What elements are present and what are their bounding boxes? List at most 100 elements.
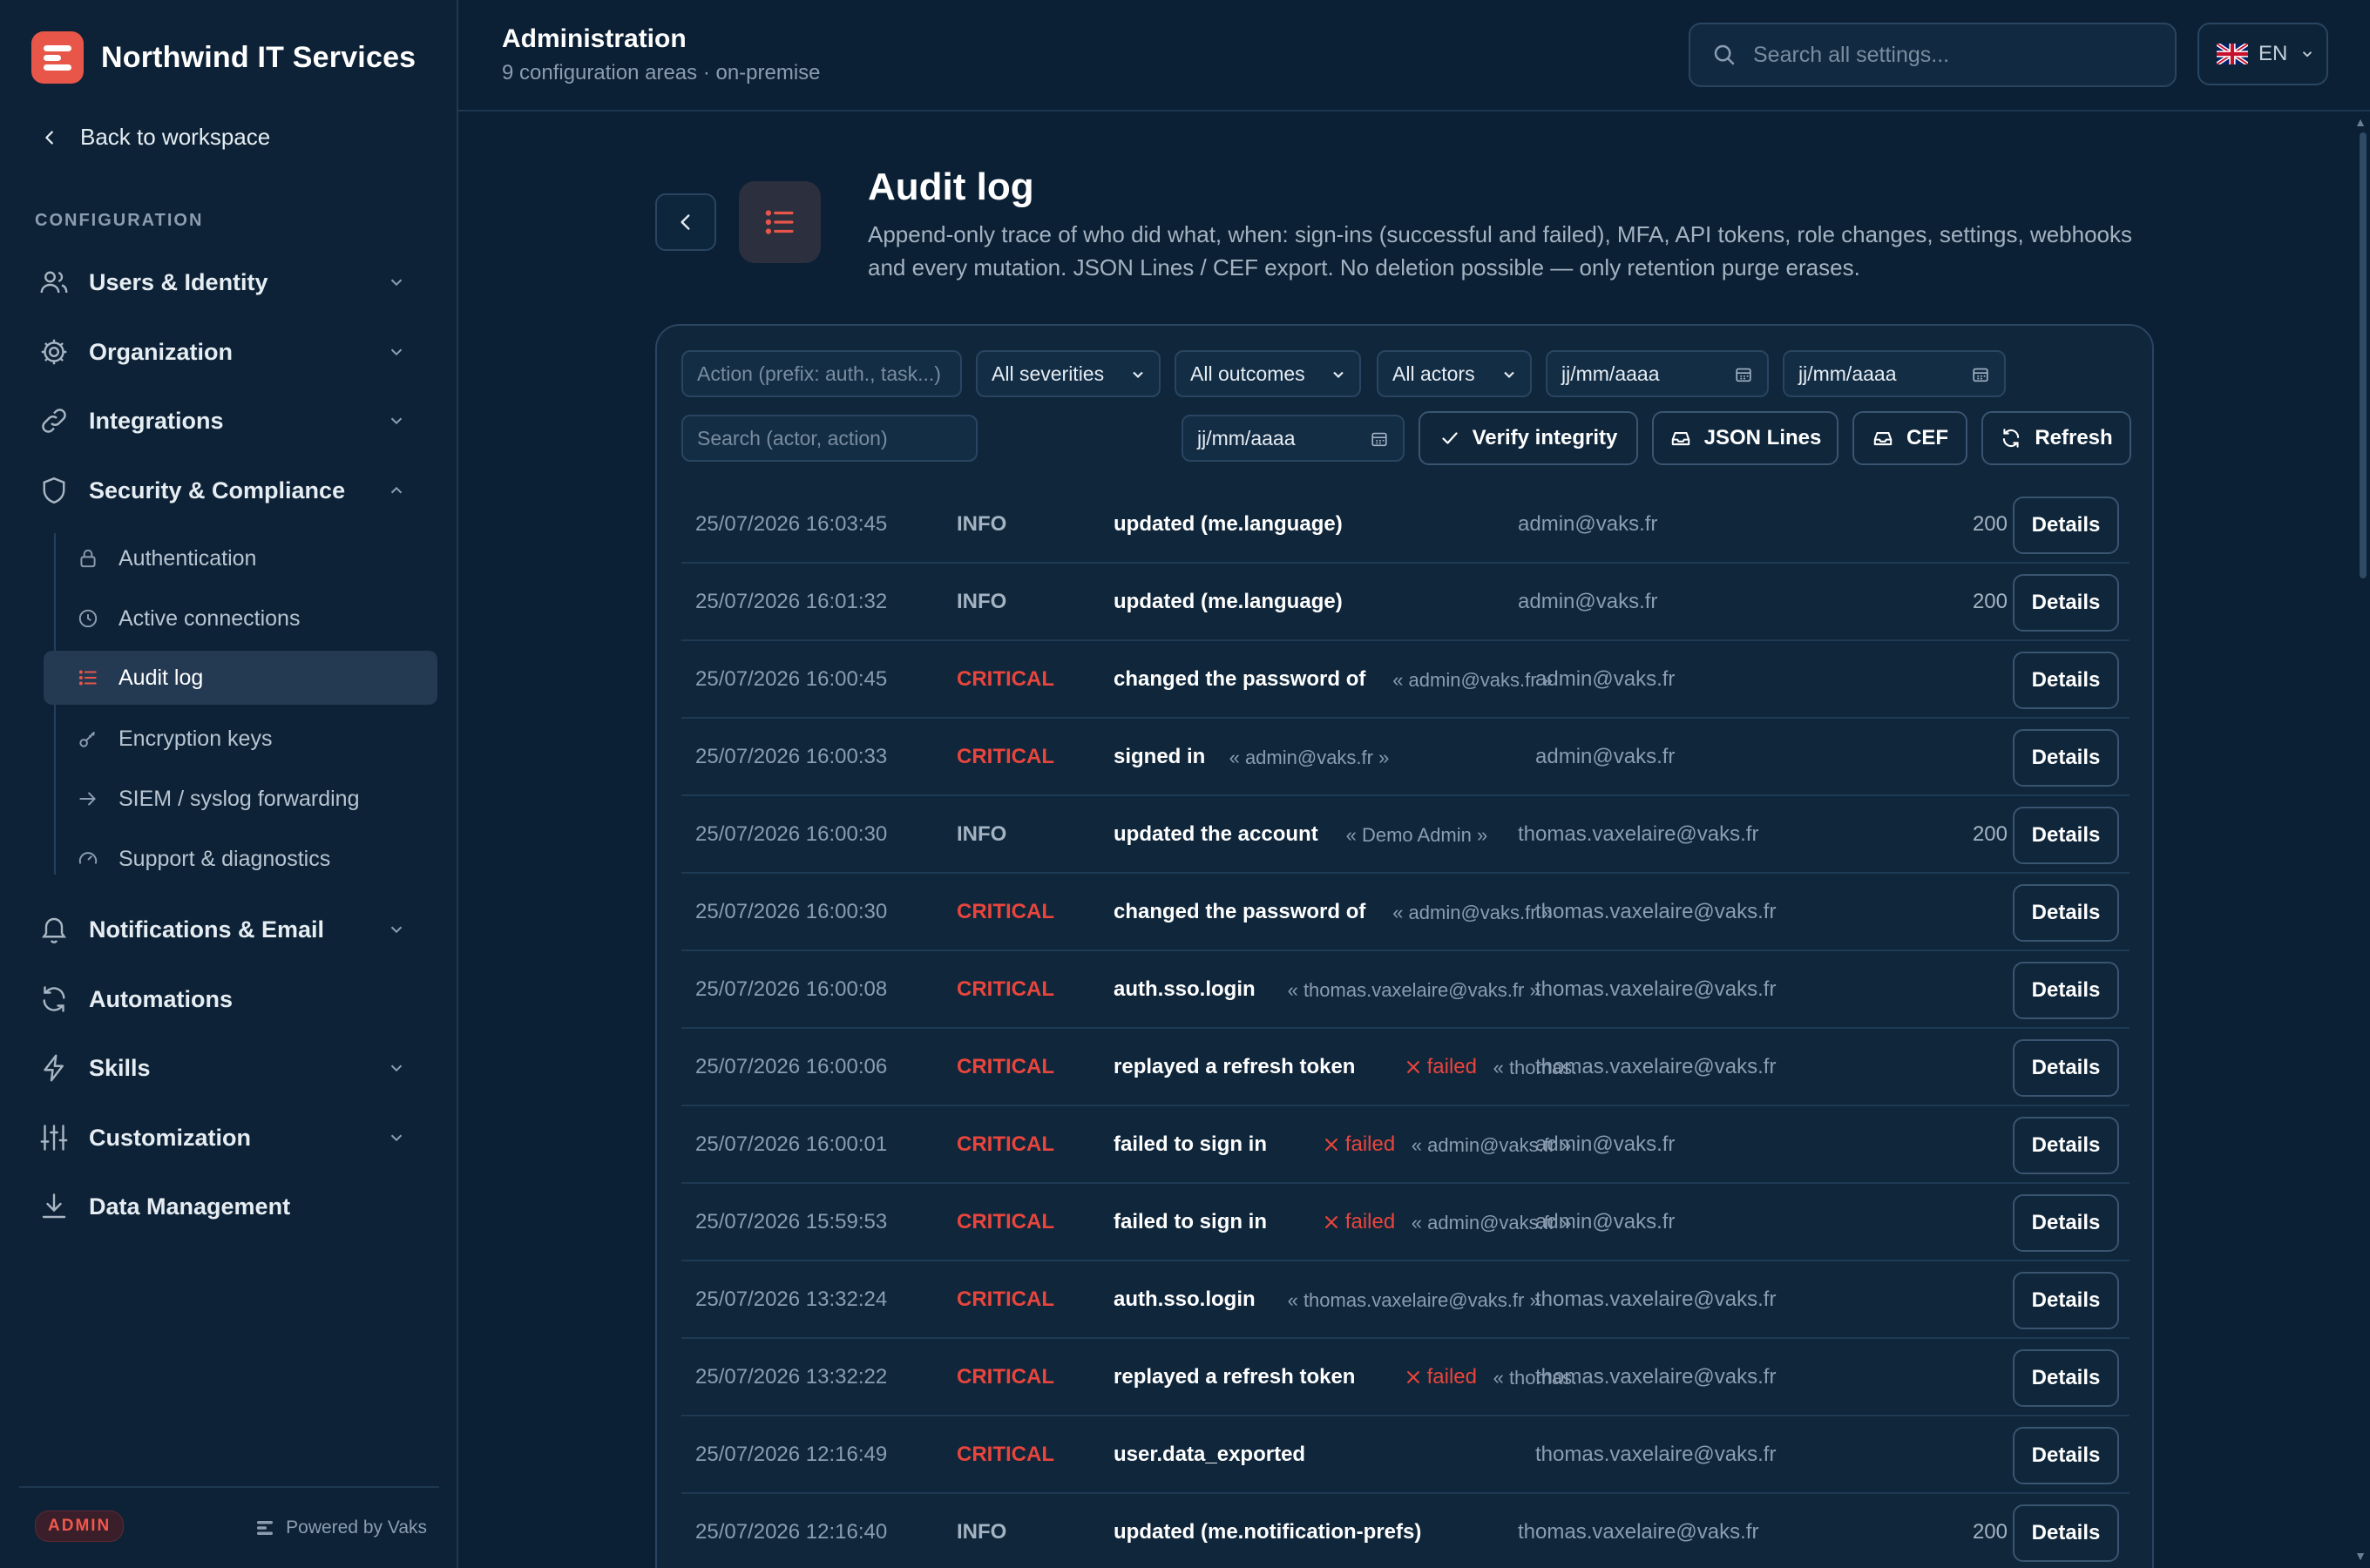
row-severity: CRITICAL xyxy=(957,1365,1054,1389)
row-details-button[interactable]: Details xyxy=(2013,1272,2119,1329)
outcome-select[interactable]: All outcomes xyxy=(1175,350,1361,397)
sidebar-subitem-authentication[interactable]: Authentication xyxy=(44,531,437,585)
severity-select[interactable]: All severities xyxy=(976,350,1161,397)
export-cef-button[interactable]: CEF xyxy=(1852,411,1967,465)
list-icon xyxy=(75,665,101,691)
sidebar-item-organization[interactable]: Organization xyxy=(35,328,423,376)
row-action: failed to sign in xyxy=(1114,1210,1268,1233)
row-timestamp: 25/07/2026 12:16:49 xyxy=(695,1443,888,1466)
global-search-input[interactable] xyxy=(1753,42,2154,68)
sidebar-subitem-label: Support & diagnostics xyxy=(118,846,331,871)
lock-icon xyxy=(75,545,101,571)
row-details-button[interactable]: Details xyxy=(2013,962,2119,1019)
sidebar-subitem-label: Audit log xyxy=(118,665,204,690)
row-actor: thomas.vaxelaire@vaks.fr xyxy=(1535,977,1777,1001)
date-extra-input[interactable]: jj/mm/aaaa xyxy=(1182,415,1405,462)
row-details-button[interactable]: Details xyxy=(2013,652,2119,709)
back-button[interactable] xyxy=(655,193,716,251)
close-icon xyxy=(1324,1216,1337,1228)
sidebar-item-label: Users & Identity xyxy=(89,268,268,295)
sidebar-subitem-active-connections[interactable]: Active connections xyxy=(44,591,437,645)
refresh-button[interactable]: Refresh xyxy=(1981,411,2131,465)
row-target: « Demo Admin » xyxy=(1345,824,1488,846)
action-filter-input[interactable]: Action (prefix: auth., task...) xyxy=(681,350,962,397)
search-actor-action-input[interactable]: Search (actor, action) xyxy=(681,415,978,462)
table-row: 25/07/2026 16:00:33 CRITICAL signed in « ad… xyxy=(681,719,2130,796)
sidebar-item-skills[interactable]: Skills xyxy=(35,1044,423,1092)
row-actor: thomas.vaxelaire@vaks.fr xyxy=(1535,1288,1777,1311)
row-actor: admin@vaks.fr xyxy=(1535,745,1676,768)
export-json-lines-button[interactable]: JSON Lines xyxy=(1652,411,1838,465)
sidebar-subitem-audit-log[interactable]: Audit log xyxy=(44,651,437,705)
row-status-code: 200 xyxy=(1972,512,2008,536)
row-details-button[interactable]: Details xyxy=(2013,807,2119,864)
global-search[interactable] xyxy=(1689,23,2177,87)
row-details-button[interactable]: Details xyxy=(2013,574,2119,632)
date-from-input[interactable]: jj/mm/aaaa xyxy=(1546,350,1769,397)
row-actor: thomas.vaxelaire@vaks.fr xyxy=(1518,822,1759,846)
actors-select-value: All actors xyxy=(1392,362,1475,385)
sidebar-item-label: Integrations xyxy=(89,407,224,434)
sidebar-item-automations[interactable]: Automations xyxy=(35,975,423,1024)
sidebar-subitem-support-diagnostics[interactable]: Support & diagnostics xyxy=(44,832,437,886)
row-target: « admin@vaks.fr » xyxy=(1229,747,1390,768)
row-details-button[interactable]: Details xyxy=(2013,729,2119,787)
row-action: updated (me.language) xyxy=(1114,512,1343,536)
page-header: Audit log Append-only trace of who did w… xyxy=(655,162,2171,293)
sidebar-subitem-siem-syslog[interactable]: SIEM / syslog forwarding xyxy=(44,772,437,826)
row-details-button[interactable]: Details xyxy=(2013,497,2119,554)
row-details-button[interactable]: Details xyxy=(2013,1427,2119,1484)
row-severity: INFO xyxy=(957,822,1007,846)
search-icon xyxy=(1714,44,1735,65)
chevron-down-icon xyxy=(1333,371,1344,379)
row-action: changed the password of xyxy=(1114,667,1366,691)
row-details-button[interactable]: Details xyxy=(2013,1349,2119,1407)
row-details-button[interactable]: Details xyxy=(2013,884,2119,942)
powered-by-label: Powered by Vaks xyxy=(286,1517,427,1538)
row-actor: thomas.vaxelaire@vaks.fr xyxy=(1535,1365,1777,1389)
table-row: 25/07/2026 16:00:30 INFO updated the accou… xyxy=(681,796,2130,874)
scroll-down-arrow[interactable]: ▼ xyxy=(2354,1549,2367,1563)
sidebar-item-integrations[interactable]: Integrations xyxy=(35,396,423,445)
sidebar-item-label: Automations xyxy=(89,985,233,1012)
language-selector[interactable]: EN xyxy=(2197,23,2328,85)
chevron-down-icon xyxy=(390,1064,403,1072)
key-icon xyxy=(75,726,101,752)
row-timestamp: 25/07/2026 16:03:45 xyxy=(695,512,888,536)
row-timestamp: 25/07/2026 16:00:30 xyxy=(695,822,888,846)
row-details-button[interactable]: Details xyxy=(2013,1039,2119,1097)
row-severity: CRITICAL xyxy=(957,745,1054,768)
sidebar-subitem-label: SIEM / syslog forwarding xyxy=(118,786,360,811)
row-timestamp: 25/07/2026 13:32:22 xyxy=(695,1365,888,1389)
sidebar-item-customization[interactable]: Customization xyxy=(35,1113,423,1162)
back-to-workspace-link[interactable]: Back to workspace xyxy=(40,124,270,151)
sidebar-item-data-management[interactable]: Data Management xyxy=(35,1182,423,1231)
bolt-icon xyxy=(35,1049,73,1087)
back-link-label: Back to workspace xyxy=(80,124,271,150)
row-failed-badge: failed xyxy=(1405,1365,1477,1389)
gear-icon xyxy=(35,333,73,371)
sidebar-item-users-identity[interactable]: Users & Identity xyxy=(35,258,423,307)
row-actor: admin@vaks.fr xyxy=(1518,590,1658,613)
chevron-down-icon xyxy=(390,926,403,934)
row-actor: thomas.vaxelaire@vaks.fr xyxy=(1535,1443,1777,1466)
sidebar-item-label: Notifications & Email xyxy=(89,916,325,943)
actors-select[interactable]: All actors xyxy=(1377,350,1532,397)
sidebar-item-notifications-email[interactable]: Notifications & Email xyxy=(35,905,423,954)
date-to-input[interactable]: jj/mm/aaaa xyxy=(1783,350,2006,397)
row-details-button[interactable]: Details xyxy=(2013,1194,2119,1252)
scroll-up-arrow[interactable]: ▲ xyxy=(2354,115,2367,129)
row-action: updated the account xyxy=(1114,822,1318,846)
verify-integrity-button[interactable]: Verify integrity xyxy=(1419,411,1638,465)
brand[interactable]: Northwind IT Services xyxy=(31,31,416,84)
section-label: CONFIGURATION xyxy=(35,211,204,230)
row-details-button[interactable]: Details xyxy=(2013,1504,2119,1562)
table-row: 25/07/2026 16:00:08 CRITICAL auth.sso.logi… xyxy=(681,951,2130,1029)
close-icon xyxy=(1406,1061,1419,1073)
sidebar-subitem-encryption-keys[interactable]: Encryption keys xyxy=(44,712,437,766)
sidebar-item-security-compliance[interactable]: Security & Compliance xyxy=(35,466,423,515)
scrollbar-thumb[interactable] xyxy=(2360,132,2367,578)
bell-icon xyxy=(35,910,73,949)
row-details-button[interactable]: Details xyxy=(2013,1117,2119,1174)
row-target: « admin@vaks.fr » xyxy=(1392,902,1553,923)
